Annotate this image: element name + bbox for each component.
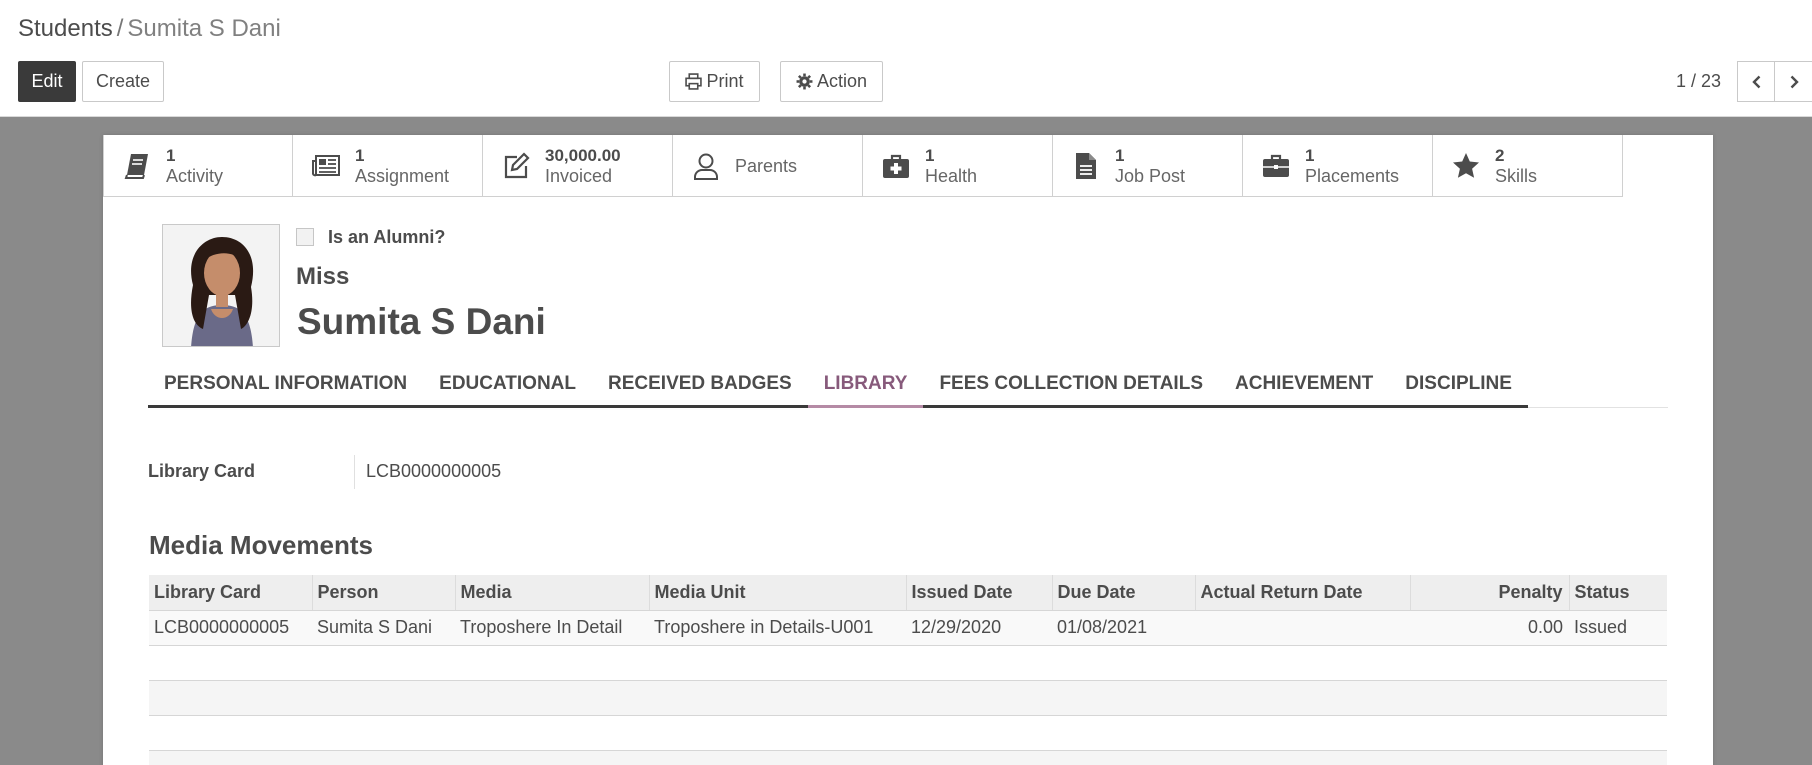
is-alumni-checkbox[interactable] (296, 228, 314, 246)
gear-icon (796, 73, 813, 90)
pager-previous-button[interactable] (1737, 61, 1777, 102)
cell-due-date: 01/08/2021 (1052, 610, 1195, 646)
job-post-smart-button[interactable]: 1 Job Post (1053, 135, 1243, 197)
tab-educational[interactable]: EDUCATIONAL (423, 370, 592, 405)
newspaper-icon (312, 154, 340, 176)
student-title: Miss (296, 263, 350, 290)
media-movements-title: Media Movements (149, 530, 373, 560)
edit-button[interactable]: Edit (18, 61, 76, 102)
skills-smart-button[interactable]: 2 Skills (1433, 135, 1623, 197)
empty-row (149, 645, 1667, 681)
star-icon (1453, 152, 1479, 178)
tab-achievement[interactable]: ACHIEVEMENT (1219, 370, 1389, 405)
print-icon (685, 73, 703, 90)
print-button-label: Print (706, 71, 744, 91)
file-icon (1076, 152, 1096, 179)
activity-count: 1 (166, 145, 176, 165)
smart-button-box: 1 Activity 1 Assignment 30,000.00 Invoiced … (103, 135, 1623, 197)
cell-issued-date: 12/29/2020 (906, 610, 1052, 646)
table-header-row: Library Card Person Media Media Unit Iss… (149, 575, 1667, 611)
assignment-smart-button[interactable]: 1 Assignment (293, 135, 483, 197)
placements-count: 1 (1305, 145, 1315, 165)
breadcrumb-current: Sumita S Dani (127, 15, 281, 42)
media-movements-table: Library Card Person Media Media Unit Iss… (149, 575, 1667, 765)
cell-person: Sumita S Dani (312, 610, 455, 646)
create-button-label: Create (95, 71, 151, 91)
column-header-status[interactable]: Status (1569, 575, 1667, 611)
cell-media: Troposhere In Detail (455, 610, 649, 646)
tab-discipline[interactable]: DISCIPLINE (1389, 370, 1528, 405)
cell-library-card: LCB0000000005 (149, 610, 312, 646)
activity-label: Activity (166, 165, 224, 186)
invoiced-amount: 30,000.00 (545, 145, 621, 165)
field-divider (354, 455, 355, 489)
breadcrumb-separator: / (116, 15, 124, 42)
placements-smart-button[interactable]: 1 Placements (1243, 135, 1433, 197)
breadcrumb: Students / Sumita S Dani (18, 15, 281, 43)
placements-label: Placements (1305, 165, 1400, 186)
skills-count: 2 (1495, 145, 1505, 165)
column-header-media-unit[interactable]: Media Unit (649, 575, 907, 611)
skills-label: Skills (1495, 165, 1538, 186)
cell-media-unit: Troposhere in Details-U001 (649, 610, 906, 646)
print-button[interactable]: Print (669, 61, 760, 102)
health-smart-button[interactable]: 1 Health (863, 135, 1053, 197)
assignment-label: Assignment (355, 165, 450, 186)
tab-received-badges[interactable]: RECEIVED BADGES (592, 370, 808, 405)
tab-fees-collection-details[interactable]: FEES COLLECTION DETAILS (923, 370, 1219, 405)
student-name: Sumita S Dani (297, 301, 546, 342)
health-count: 1 (925, 145, 935, 165)
action-button[interactable]: Action (780, 61, 883, 102)
notebook-tabs: PERSONAL INFORMATION EDUCATIONAL RECEIVE… (148, 370, 1668, 408)
action-button-label: Action (816, 71, 868, 91)
edit-button-label: Edit (31, 71, 63, 91)
empty-row (149, 750, 1667, 765)
health-label: Health (925, 165, 978, 186)
invoiced-smart-button[interactable]: 30,000.00 Invoiced (483, 135, 673, 197)
cell-status: Issued (1569, 610, 1667, 646)
job-post-count: 1 (1115, 145, 1125, 165)
pager-next-button[interactable] (1774, 61, 1812, 102)
column-header-person[interactable]: Person (312, 575, 456, 611)
student-photo (163, 225, 279, 346)
column-header-media[interactable]: Media (455, 575, 650, 611)
book-icon (124, 153, 148, 179)
tab-library[interactable]: LIBRARY (807, 370, 924, 408)
activity-smart-button[interactable]: 1 Activity (103, 135, 293, 197)
assignment-count: 1 (355, 145, 365, 165)
create-button[interactable]: Create (82, 61, 164, 102)
is-alumni-label: Is an Alumni? (328, 227, 446, 247)
parents-smart-button[interactable]: Parents (673, 135, 863, 197)
invoiced-label: Invoiced (545, 165, 613, 186)
column-header-issued-date[interactable]: Issued Date (906, 575, 1053, 611)
table-row[interactable]: LCB0000000005 Sumita S Dani Troposhere I… (149, 610, 1667, 646)
user-icon (694, 153, 718, 180)
student-avatar[interactable] (162, 224, 280, 347)
column-header-actual-return-date[interactable]: Actual Return Date (1195, 575, 1411, 611)
job-post-label: Job Post (1115, 165, 1186, 186)
empty-row (149, 715, 1667, 751)
control-panel: Students / Sumita S Dani Edit Create Print… (0, 0, 1812, 117)
cell-penalty: 0.00 (1410, 610, 1569, 646)
cell-actual-return-date (1195, 610, 1410, 646)
pager-value[interactable]: 1 / 23 (1676, 71, 1721, 92)
medkit-icon (883, 154, 909, 178)
tab-personal-information[interactable]: PERSONAL INFORMATION (148, 370, 423, 405)
column-header-due-date[interactable]: Due Date (1052, 575, 1196, 611)
empty-row (149, 680, 1667, 716)
column-header-library-card[interactable]: Library Card (149, 575, 313, 611)
chevron-left-icon (1752, 75, 1761, 88)
library-card-value[interactable]: LCB0000000005 (366, 461, 501, 482)
column-header-penalty[interactable]: Penalty (1410, 575, 1570, 611)
library-card-label: Library Card (148, 461, 256, 481)
chevron-right-icon (1790, 75, 1799, 88)
parents-label: Parents (735, 155, 798, 176)
edit-icon (504, 151, 530, 178)
form-sheet: 1 Activity 1 Assignment 30,000.00 Invoiced … (103, 135, 1713, 765)
briefcase-icon (1263, 154, 1289, 177)
breadcrumb-parent-link[interactable]: Students (18, 15, 113, 42)
